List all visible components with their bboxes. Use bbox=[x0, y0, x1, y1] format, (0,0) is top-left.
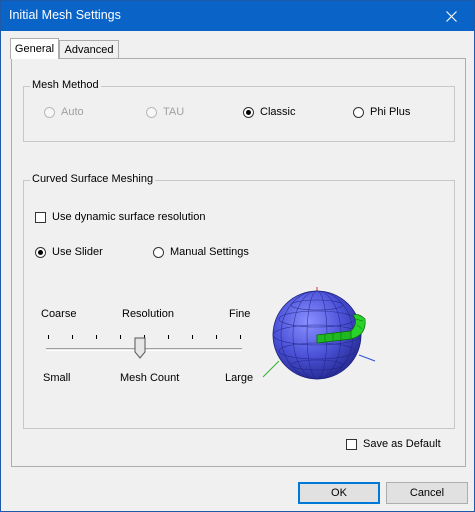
radio-phi-plus-indicator bbox=[353, 106, 364, 118]
slider-tick bbox=[120, 335, 121, 339]
radio-auto-indicator bbox=[44, 106, 55, 118]
window-title: Initial Mesh Settings bbox=[9, 8, 121, 22]
slider-tick bbox=[72, 335, 73, 339]
general-tab-panel: Mesh Method Auto TAU Classic Phi Plus Cu… bbox=[11, 58, 466, 467]
meshed-sphere-icon bbox=[262, 287, 376, 380]
radio-tau-label: TAU bbox=[163, 106, 185, 118]
slider-tick bbox=[168, 335, 169, 339]
dialog-window: Initial Mesh Settings General Advanced M… bbox=[0, 0, 475, 512]
mesh-method-legend: Mesh Method bbox=[30, 79, 101, 91]
radio-use-slider-indicator bbox=[35, 246, 46, 258]
slider-tick bbox=[48, 335, 49, 339]
slider-label-fine: Fine bbox=[229, 308, 251, 320]
tab-advanced[interactable]: Advanced bbox=[59, 40, 119, 58]
radio-classic-label: Classic bbox=[260, 106, 296, 118]
title-bar[interactable]: Initial Mesh Settings bbox=[1, 1, 474, 31]
slider-label-large: Large bbox=[225, 372, 254, 384]
radio-use-slider[interactable]: Use Slider bbox=[35, 246, 103, 258]
radio-manual-settings[interactable]: Manual Settings bbox=[153, 246, 249, 258]
radio-auto[interactable]: Auto bbox=[44, 106, 84, 118]
save-as-default-box bbox=[346, 438, 357, 450]
slider-label-resolution: Resolution bbox=[122, 308, 174, 320]
mesh-resolution-slider-thumb[interactable] bbox=[134, 337, 147, 359]
dynamic-resolution-label: Use dynamic surface resolution bbox=[52, 211, 206, 223]
radio-auto-label: Auto bbox=[61, 106, 84, 118]
dynamic-resolution-box bbox=[35, 211, 46, 223]
radio-tau[interactable]: TAU bbox=[146, 106, 184, 118]
radio-tau-indicator bbox=[146, 106, 157, 118]
slider-tick bbox=[240, 335, 241, 339]
radio-phi-plus[interactable]: Phi Plus bbox=[353, 106, 410, 118]
radio-classic[interactable]: Classic bbox=[243, 106, 295, 118]
slider-label-small: Small bbox=[43, 372, 71, 384]
slider-label-coarse: Coarse bbox=[41, 308, 77, 320]
radio-manual-settings-indicator bbox=[153, 246, 164, 258]
cancel-button[interactable]: Cancel bbox=[386, 482, 468, 504]
tab-general-label: General bbox=[14, 43, 55, 55]
radio-classic-indicator bbox=[243, 106, 254, 118]
ok-button-label: OK bbox=[331, 487, 347, 499]
dynamic-resolution-checkbox[interactable]: Use dynamic surface resolution bbox=[35, 211, 205, 223]
slider-tick bbox=[216, 335, 217, 339]
close-icon bbox=[445, 10, 457, 22]
radio-phi-plus-label: Phi Plus bbox=[370, 106, 411, 118]
close-button[interactable] bbox=[428, 1, 474, 31]
slider-tick bbox=[192, 335, 193, 339]
radio-use-slider-label: Use Slider bbox=[52, 246, 103, 258]
radio-manual-settings-label: Manual Settings bbox=[170, 246, 249, 258]
save-as-default-label: Save as Default bbox=[363, 438, 441, 450]
ok-button[interactable]: OK bbox=[298, 482, 380, 504]
save-as-default-checkbox[interactable]: Save as Default bbox=[346, 438, 441, 450]
mesh-method-group: Mesh Method Auto TAU Classic Phi Plus bbox=[23, 79, 455, 142]
tab-general[interactable]: General bbox=[10, 38, 59, 59]
slider-label-mesh-count: Mesh Count bbox=[120, 372, 180, 384]
cancel-button-label: Cancel bbox=[409, 487, 445, 499]
curved-surface-legend: Curved Surface Meshing bbox=[30, 173, 156, 185]
slider-tick bbox=[96, 335, 97, 339]
tab-advanced-label: Advanced bbox=[64, 43, 114, 56]
curved-surface-group: Curved Surface Meshing Use dynamic surfa… bbox=[23, 173, 455, 429]
